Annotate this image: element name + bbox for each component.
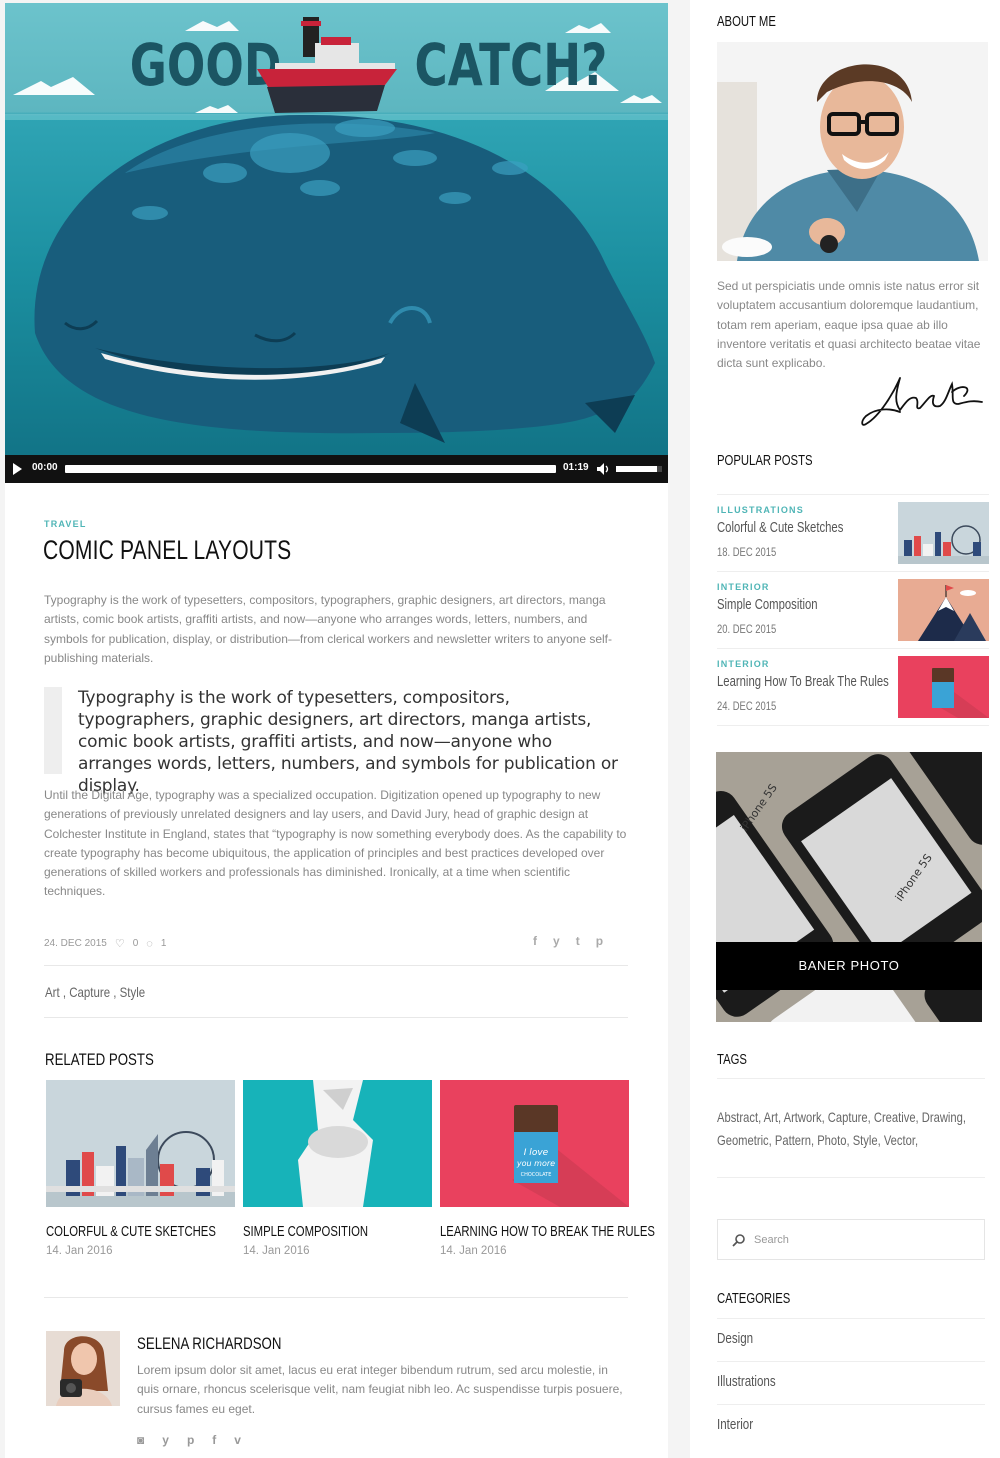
svg-text:CATCH?: CATCH?: [415, 33, 608, 100]
popular-post-title[interactable]: Colorful & Cute Sketches: [717, 520, 843, 536]
search-input[interactable]: [754, 1229, 974, 1251]
popular-post[interactable]: ILLUSTRATIONS Colorful & Cute Sketches 1…: [717, 494, 989, 571]
category-item[interactable]: Illustrations: [717, 1361, 985, 1404]
related-post-image[interactable]: I love you more CHOCOLATE: [440, 1080, 629, 1207]
related-post-date: 14. Jan 2016: [440, 1245, 507, 1257]
blockquote-bar: [44, 687, 62, 774]
related-posts-heading: RELATED POSTS: [45, 1050, 154, 1069]
progress-bar[interactable]: [65, 465, 556, 473]
blockquote: Typography is the work of typesetters, c…: [78, 688, 618, 796]
divider: [717, 1078, 985, 1079]
divider: [44, 965, 628, 966]
search-box: [717, 1219, 985, 1260]
author-name: SELENA RICHARDSON: [137, 1334, 282, 1353]
related-post-title[interactable]: COLORFUL & CUTE SKETCHES: [46, 1224, 216, 1240]
post-intro: Typography is the work of typesetters, c…: [44, 593, 613, 665]
current-time: 00:00: [32, 462, 58, 473]
facebook-icon[interactable]: f: [212, 1433, 216, 1447]
signature: [861, 377, 983, 426]
related-post-date: 14. Jan 2016: [46, 1245, 113, 1257]
post-tags[interactable]: Art , Capture , Style: [45, 984, 145, 1000]
popular-post-image[interactable]: [898, 656, 989, 718]
avatar: [46, 1331, 120, 1406]
instagram-icon[interactable]: ◙: [137, 1433, 144, 1447]
related-post-title[interactable]: LEARNING HOW TO BREAK THE RULES: [440, 1224, 655, 1240]
related-post-date: 14. Jan 2016: [243, 1245, 310, 1257]
search-icon[interactable]: [732, 1233, 746, 1247]
popular-post-category[interactable]: INTERIOR: [717, 659, 770, 669]
volume-icon[interactable]: [597, 463, 611, 475]
video-controls: 00:00 01:19: [5, 455, 668, 483]
play-icon[interactable]: [13, 463, 22, 475]
tags-heading: TAGS: [717, 1052, 747, 1068]
popular-post-category[interactable]: ILLUSTRATIONS: [717, 505, 804, 515]
popular-post-category[interactable]: INTERIOR: [717, 582, 770, 592]
svg-text:you more: you more: [516, 1159, 555, 1168]
popular-posts-heading: POPULAR POSTS: [717, 453, 813, 469]
about-photo: [717, 42, 988, 261]
banner-ad[interactable]: iPhone 5S iPhone 5S BANER PHOTO: [716, 752, 982, 1022]
divider: [717, 725, 989, 726]
tag-cloud[interactable]: Abstract, Art, Artwork, Capture, Creativ…: [717, 1106, 981, 1152]
popular-post[interactable]: INTERIOR Learning How To Break The Rules…: [717, 648, 989, 725]
comment-icon[interactable]: ◌: [146, 938, 153, 950]
share-icons: fytp: [533, 934, 603, 948]
categories-heading: CATEGORIES: [717, 1291, 791, 1307]
main-content: GOOD CATCH? 00:00 01:19 TRAVEL COMIC PAN…: [5, 3, 668, 1458]
popular-post-date: 20. DEC 2015: [717, 624, 777, 636]
category-label[interactable]: Illustrations: [717, 1374, 776, 1390]
author-social-icons: ◙ y p f v: [137, 1433, 241, 1447]
svg-text:CHOCOLATE: CHOCOLATE: [521, 1172, 552, 1178]
post-meta: 24. DEC 2015 ♡ 0 ◌ 1: [44, 937, 167, 951]
popular-post-title[interactable]: Learning How To Break The Rules: [717, 674, 889, 690]
comment-count: 1: [160, 938, 167, 949]
vimeo-icon[interactable]: v: [234, 1433, 241, 1447]
related-post-image[interactable]: [243, 1080, 432, 1207]
category-label[interactable]: Interior: [717, 1417, 753, 1433]
related-post-image[interactable]: [46, 1080, 235, 1207]
banner-label[interactable]: BANER PHOTO: [716, 942, 982, 990]
related-post-card[interactable]: SIMPLE COMPOSITION 14. Jan 2016: [243, 1080, 432, 1257]
facebook-icon[interactable]: f: [533, 934, 537, 948]
author-bio: Lorem ipsum dolor sit amet, lacus eu era…: [137, 1363, 623, 1416]
svg-text:I love: I love: [524, 1148, 549, 1158]
pinterest-icon[interactable]: p: [596, 934, 603, 948]
related-post-card[interactable]: COLORFUL & CUTE SKETCHES 14. Jan 2016: [46, 1080, 235, 1257]
category-item[interactable]: Design: [717, 1318, 985, 1361]
about-heading: ABOUT ME: [717, 14, 776, 30]
divider: [44, 1297, 628, 1298]
popular-post-title[interactable]: Simple Composition: [717, 597, 818, 613]
tumblr-icon[interactable]: t: [576, 934, 580, 948]
popular-post-image[interactable]: [898, 579, 989, 641]
heart-icon[interactable]: ♡: [115, 937, 125, 950]
popular-post[interactable]: INTERIOR Simple Composition 20. DEC 2015: [717, 571, 989, 648]
related-post-card[interactable]: I love you more CHOCOLATE LEARNING HOW T…: [440, 1080, 655, 1257]
related-post-title[interactable]: SIMPLE COMPOSITION: [243, 1224, 390, 1240]
pinterest-icon[interactable]: p: [187, 1433, 194, 1447]
post-body: Until the Digital Age, typography was a …: [44, 788, 627, 899]
twitter-icon[interactable]: y: [553, 934, 560, 948]
total-time: 01:19: [563, 462, 589, 473]
about-text: Sed ut perspiciatis unde omnis iste natu…: [717, 279, 981, 371]
video-poster[interactable]: GOOD CATCH?: [5, 3, 668, 455]
category-item[interactable]: Interior: [717, 1404, 985, 1447]
divider: [44, 1017, 628, 1018]
category-label[interactable]: Design: [717, 1331, 753, 1347]
post-title: COMIC PANEL LAYOUTS: [43, 535, 292, 565]
popular-post-date: 24. DEC 2015: [717, 701, 777, 713]
whale-illustration: GOOD CATCH?: [5, 17, 668, 443]
divider: [717, 1177, 985, 1178]
volume-slider[interactable]: [616, 466, 662, 472]
popular-post-date: 18. DEC 2015: [717, 547, 777, 559]
sidebar: ABOUT ME Sed ut perspiciatis unde omnis …: [690, 0, 1000, 1458]
volume-level: [616, 466, 658, 472]
post-date: 24. DEC 2015: [44, 938, 107, 949]
like-count: 0: [132, 938, 139, 949]
popular-post-image[interactable]: [898, 502, 989, 564]
twitter-icon[interactable]: y: [162, 1433, 169, 1447]
post-category[interactable]: TRAVEL: [44, 519, 87, 529]
svg-text:GOOD: GOOD: [130, 33, 282, 100]
